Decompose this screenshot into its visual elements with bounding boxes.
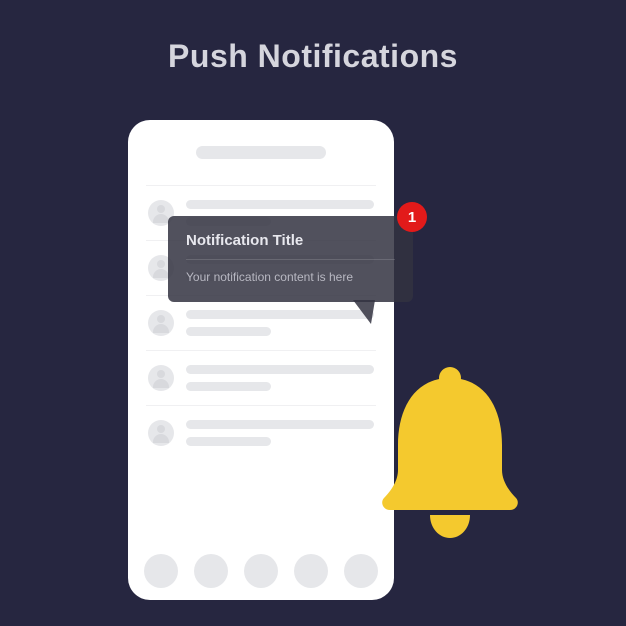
nav-dot — [194, 554, 228, 588]
text-placeholder — [186, 310, 374, 319]
text-placeholder — [186, 200, 374, 209]
avatar-placeholder — [148, 310, 174, 336]
notification-title: Notification Title — [186, 232, 395, 249]
status-bar-placeholder — [196, 146, 326, 159]
list-item — [146, 350, 376, 405]
phone-mockup — [128, 120, 394, 600]
text-placeholder — [186, 437, 271, 446]
nav-dot — [344, 554, 378, 588]
list-item — [146, 295, 376, 350]
text-placeholder — [186, 382, 271, 391]
avatar-placeholder — [148, 365, 174, 391]
list-item — [146, 405, 376, 460]
nav-dot — [144, 554, 178, 588]
notification-badge: 1 — [397, 202, 427, 232]
page-title: Push Notifications — [0, 0, 626, 75]
bell-icon — [370, 360, 530, 540]
bottom-nav-placeholder — [128, 554, 394, 588]
nav-dot — [294, 554, 328, 588]
divider — [186, 259, 395, 260]
avatar-placeholder — [148, 420, 174, 446]
notification-bubble[interactable]: Notification Title Your notification con… — [168, 216, 413, 302]
text-placeholder — [186, 327, 271, 336]
nav-dot — [244, 554, 278, 588]
text-placeholder — [186, 365, 374, 374]
notification-body: Your notification content is here — [186, 270, 395, 284]
text-placeholder — [186, 420, 374, 429]
